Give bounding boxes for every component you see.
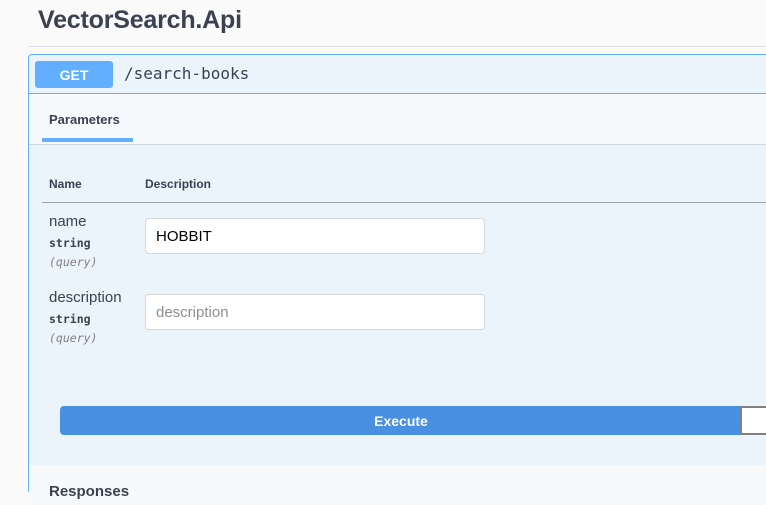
- clear-button[interactable]: [740, 406, 766, 435]
- description-input[interactable]: [145, 294, 485, 330]
- endpoint-path[interactable]: /search-books: [124, 64, 249, 83]
- param-name-location: (query): [49, 255, 98, 269]
- param-name-label: name: [49, 213, 87, 230]
- tab-active-indicator: [42, 138, 133, 142]
- header-divider: [42, 202, 766, 203]
- page-title: VectorSearch.Api: [38, 6, 242, 34]
- param-description-location: (query): [49, 331, 98, 345]
- param-description-type: string: [49, 312, 91, 326]
- tab-header: Parameters: [29, 94, 766, 145]
- param-name-type: string: [49, 236, 91, 250]
- responses-section: Responses: [29, 465, 766, 505]
- param-description-label: description: [49, 289, 122, 306]
- column-header-name: Name: [49, 177, 82, 191]
- title-divider: [28, 46, 766, 47]
- execute-button[interactable]: Execute: [60, 406, 742, 435]
- name-input[interactable]: [145, 218, 485, 254]
- operation-block: GET /search-books Parameters Name Descri…: [28, 54, 766, 505]
- tab-parameters[interactable]: Parameters: [49, 112, 120, 127]
- operation-summary[interactable]: GET /search-books: [29, 55, 766, 94]
- column-header-description: Description: [145, 177, 212, 191]
- method-badge[interactable]: GET: [35, 61, 113, 88]
